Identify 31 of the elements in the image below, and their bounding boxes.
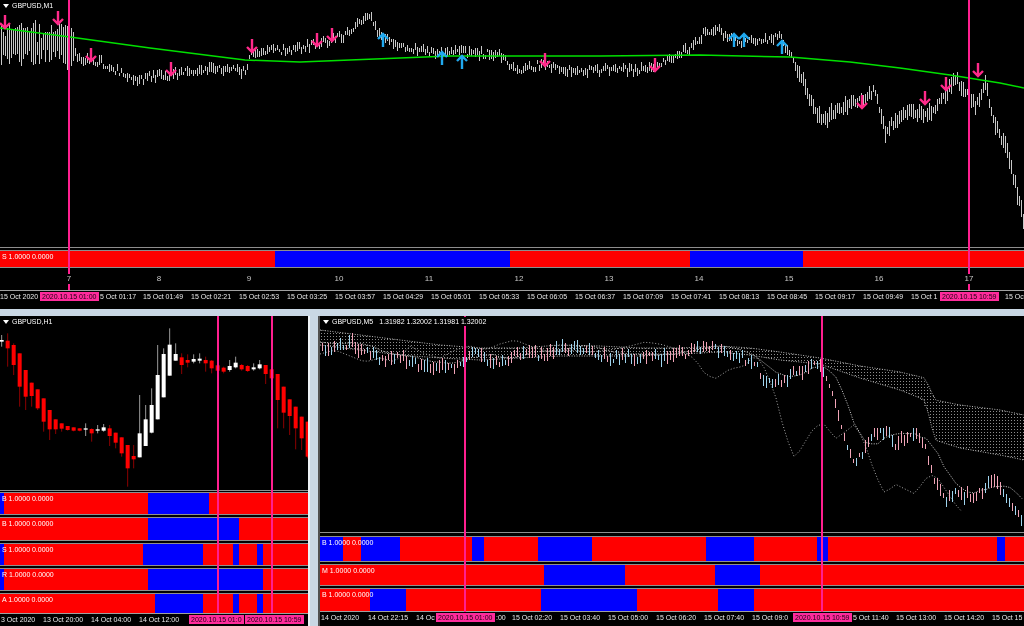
down-arrow-icon: [648, 56, 662, 73]
down-arrow-icon: [164, 60, 178, 77]
number-label: 14: [693, 274, 705, 284]
number-label: 12: [513, 274, 525, 284]
number-label: 11: [423, 274, 435, 284]
number-label: 13: [603, 274, 615, 284]
up-arrow-icon: [435, 50, 449, 67]
up-arrow-icon: [455, 54, 469, 71]
down-arrow-icon: [51, 9, 65, 26]
down-arrow-icon: [245, 37, 259, 54]
number-label: 17: [963, 274, 975, 284]
down-arrow-icon: [855, 93, 869, 110]
number-label: 9: [245, 274, 253, 284]
number-label: 8: [155, 274, 163, 284]
down-arrow-icon: [0, 13, 12, 30]
down-arrow-icon: [939, 75, 953, 92]
number-label: 15: [783, 274, 795, 284]
number-label: 7: [65, 274, 73, 284]
up-arrow-icon: [376, 32, 390, 49]
up-arrow-icon: [775, 39, 789, 56]
up-arrow-icon: [737, 32, 751, 49]
number-label: 10: [333, 274, 345, 284]
down-arrow-icon: [310, 31, 324, 48]
up-arrow-icon: [727, 32, 741, 49]
down-arrow-icon: [918, 89, 932, 106]
down-arrow-icon: [84, 46, 98, 63]
number-label: 16: [873, 274, 885, 284]
down-arrow-icon: [971, 61, 985, 78]
down-arrow-icon: [538, 51, 552, 68]
down-arrow-icon: [325, 26, 339, 43]
caret-icon[interactable]: [3, 3, 9, 8]
